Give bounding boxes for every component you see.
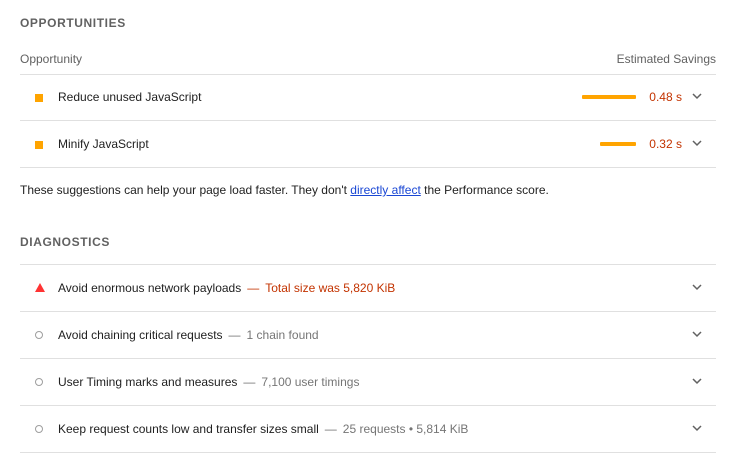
grey-circle-icon bbox=[35, 378, 43, 386]
diagnostics-heading: DIAGNOSTICS bbox=[20, 235, 110, 249]
savings-bar bbox=[582, 95, 636, 99]
savings-value: 0.32 s bbox=[649, 137, 682, 151]
savings-bar bbox=[600, 142, 636, 146]
lighthouse-report: OPPORTUNITIES Opportunity Estimated Savi… bbox=[0, 0, 741, 461]
orange-square-icon bbox=[35, 141, 43, 149]
orange-square-icon bbox=[35, 94, 43, 102]
savings-value: 0.48 s bbox=[649, 90, 682, 104]
diagnostic-detail: 25 requests • 5,814 KiB bbox=[342, 422, 469, 436]
opportunity-column-label: Opportunity bbox=[20, 52, 83, 66]
diagnostic-title-text: Avoid chaining critical requests bbox=[58, 328, 223, 342]
dash: — bbox=[243, 375, 256, 389]
opportunity-row-unused-js[interactable]: Reduce unused JavaScript 0.48 s bbox=[20, 74, 716, 121]
diagnostic-title: User Timing marks and measures — 7,100 use… bbox=[58, 375, 359, 389]
dash: — bbox=[324, 422, 337, 436]
opportunities-note: These suggestions can help your page loa… bbox=[20, 183, 549, 197]
opportunities-heading: OPPORTUNITIES bbox=[20, 16, 126, 30]
diagnostic-title-text: Avoid enormous network payloads bbox=[58, 281, 242, 295]
opportunity-title: Minify JavaScript bbox=[58, 137, 149, 151]
opportunities-table-header: Opportunity Estimated Savings bbox=[20, 46, 716, 75]
chevron-down-icon[interactable] bbox=[690, 327, 704, 341]
chevron-down-icon[interactable] bbox=[690, 136, 704, 150]
diagnostic-title-text: Keep request counts low and transfer siz… bbox=[58, 422, 319, 436]
chevron-down-icon[interactable] bbox=[690, 421, 704, 435]
diagnostic-title: Avoid chaining critical requests — 1 chain… bbox=[58, 328, 319, 342]
diagnostic-detail: 7,100 user timings bbox=[261, 375, 360, 389]
estimated-savings-column-label: Estimated Savings bbox=[616, 52, 716, 66]
dash: — bbox=[247, 281, 260, 295]
diagnostic-row-network-payloads[interactable]: Avoid enormous network payloads — Total si… bbox=[20, 265, 716, 312]
dash: — bbox=[228, 328, 241, 342]
chevron-down-icon[interactable] bbox=[690, 280, 704, 294]
chevron-down-icon[interactable] bbox=[690, 374, 704, 388]
diagnostic-title: Avoid enormous network payloads — Total si… bbox=[58, 281, 395, 295]
note-text: These suggestions can help your page loa… bbox=[20, 183, 351, 197]
diagnostic-row-critical-requests[interactable]: Avoid chaining critical requests — 1 chain… bbox=[20, 312, 716, 359]
chevron-down-icon[interactable] bbox=[690, 89, 704, 103]
red-triangle-icon bbox=[35, 283, 45, 292]
opportunity-title: Reduce unused JavaScript bbox=[58, 90, 202, 104]
diagnostic-row-request-counts[interactable]: Keep request counts low and transfer siz… bbox=[20, 406, 716, 453]
note-text: the Performance score. bbox=[420, 183, 549, 197]
directly-affect-link[interactable]: directly affect bbox=[350, 183, 420, 197]
diagnostic-detail: 1 chain found bbox=[246, 328, 319, 342]
opportunity-row-minify-js[interactable]: Minify JavaScript 0.32 s bbox=[20, 121, 716, 168]
diagnostic-row-user-timing[interactable]: User Timing marks and measures — 7,100 use… bbox=[20, 359, 716, 406]
grey-circle-icon bbox=[35, 331, 43, 339]
diagnostic-detail: Total size was 5,820 KiB bbox=[265, 281, 396, 295]
diagnostic-title: Keep request counts low and transfer siz… bbox=[58, 422, 468, 436]
diagnostic-title-text: User Timing marks and measures bbox=[58, 375, 238, 389]
grey-circle-icon bbox=[35, 425, 43, 433]
